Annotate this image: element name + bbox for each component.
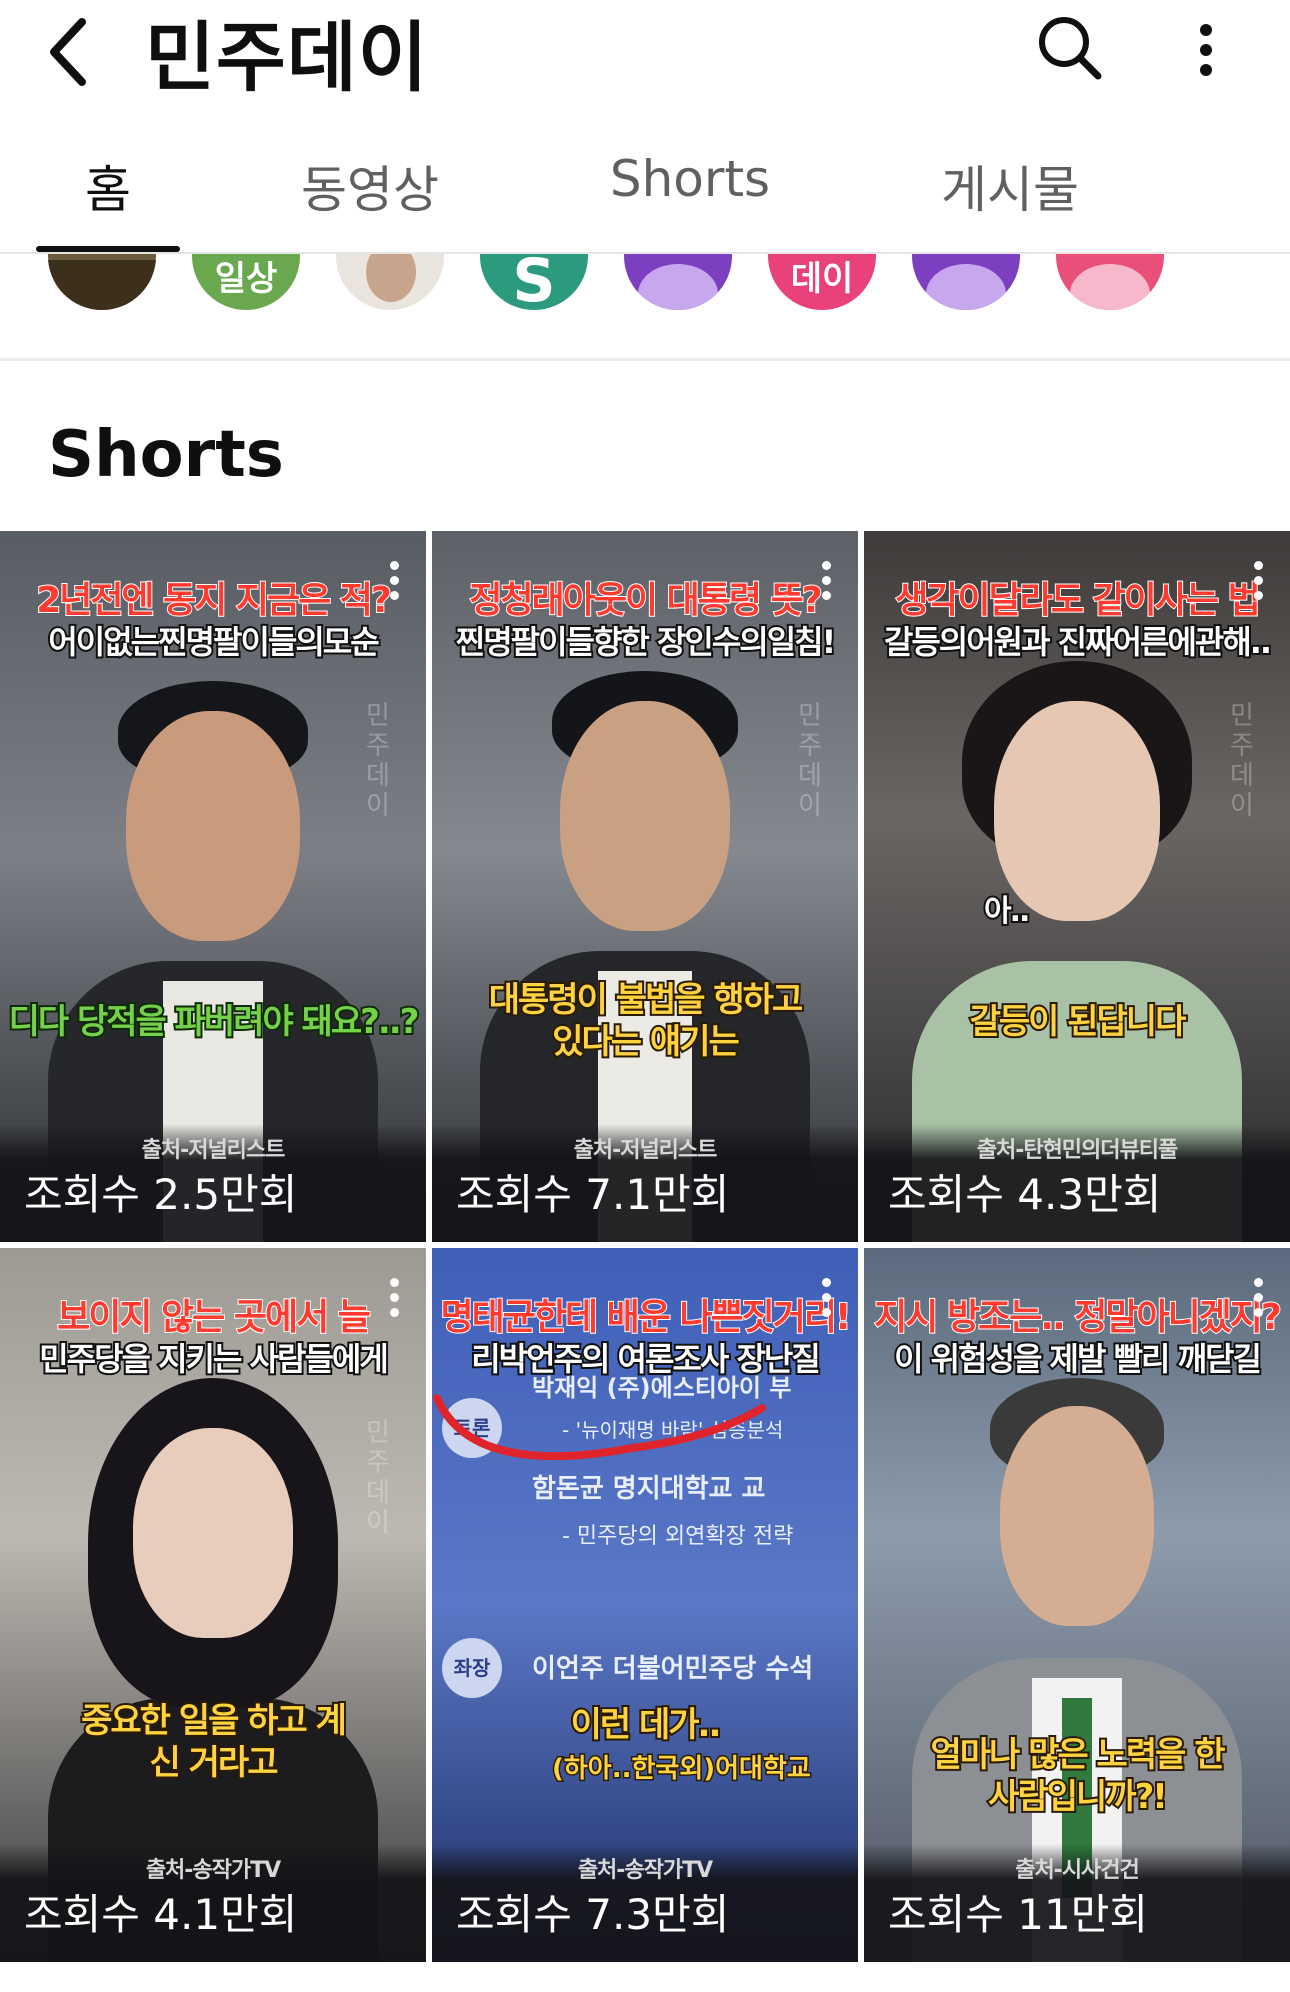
short-caption-top: 생각이달라도 같이사는 법 bbox=[894, 579, 1261, 622]
short-subtitle: 대통령이 불법을 행하고 있다는 얘기는 bbox=[487, 978, 805, 1064]
avatar[interactable] bbox=[48, 254, 156, 310]
shorts-card[interactable]: 민주데이 보이지 않는 곳에서 늘 민주당을 지키는 사람들에게 중요한 일을 … bbox=[0, 1248, 426, 1962]
short-caption-bottom: 갈등의어원과 진짜어른에관해.. bbox=[882, 621, 1274, 663]
section-divider bbox=[0, 358, 1290, 361]
shorts-card[interactable]: 민주데이 생각이달라도 같이사는 법 갈등의어원과 진짜어른에관해.. 아.. … bbox=[864, 531, 1290, 1242]
tab-shorts[interactable]: Shorts bbox=[590, 150, 790, 208]
short-caption-top: 보이지 않는 곳에서 늘 bbox=[56, 1296, 372, 1339]
tab-videos[interactable]: 동영상 bbox=[280, 150, 460, 222]
more-vertical-icon[interactable] bbox=[1186, 14, 1226, 86]
avatar[interactable]: 데이 bbox=[768, 254, 876, 310]
shorts-card[interactable]: 토론 좌장 박재익 (주)에스티아이 부 - '뉴이재명 바람' 심층분석 함돈… bbox=[432, 1248, 858, 1962]
short-caption-bottom: 찐명팔이들향한 장인수의일침! bbox=[454, 621, 838, 663]
more-vertical-icon[interactable] bbox=[1254, 1278, 1264, 1318]
more-vertical-icon[interactable] bbox=[822, 1278, 832, 1318]
shorts-card[interactable]: 민주데이 정청래아웃이 대통령 뜻? 찐명팔이들향한 장인수의일침! 대통령이 … bbox=[432, 531, 858, 1242]
watermark: 민주데이 bbox=[366, 701, 390, 821]
short-caption-top: 명태균한테 배운 나쁜짓거리! bbox=[440, 1296, 853, 1339]
avatar-strip: 일상 S 데이 bbox=[0, 254, 1290, 310]
channel-tabs: 홈 동영상 Shorts 게시물 bbox=[0, 120, 1290, 254]
short-source: 출처-송작가TV bbox=[145, 1858, 281, 1883]
avatar[interactable] bbox=[912, 254, 1020, 310]
avatar[interactable] bbox=[336, 254, 444, 310]
avatar[interactable] bbox=[624, 254, 732, 310]
short-source: 출처-탄현민의더뷰티풀 bbox=[976, 1138, 1179, 1163]
short-subtitle: 디다 당적을 파버려야 돼요?..? bbox=[7, 1000, 422, 1044]
short-source: 출처-시사건건 bbox=[1015, 1858, 1140, 1883]
short-source: 출처-저널리스트 bbox=[573, 1138, 718, 1163]
watermark: 민주데이 bbox=[798, 701, 822, 821]
view-count: 조회수 11만회 bbox=[888, 1890, 1148, 1939]
view-count: 조회수 2.5만회 bbox=[24, 1170, 298, 1219]
short-subtitle: 이런 데가.. bbox=[569, 1703, 724, 1747]
more-vertical-icon[interactable] bbox=[1254, 561, 1264, 601]
shorts-card[interactable]: 지시 방조는.. 정말아니겠지? 이 위험성을 제발 빨리 깨닫길 얼마나 많은… bbox=[864, 1248, 1290, 1962]
short-caption-bottom: 이 위험성을 제발 빨리 깨닫길 bbox=[892, 1338, 1264, 1380]
avatar[interactable] bbox=[1056, 254, 1164, 310]
view-count: 조회수 7.1만회 bbox=[456, 1170, 730, 1219]
short-subtitle: 갈등이 된답니다 bbox=[968, 1000, 1189, 1044]
shorts-card[interactable]: 민주데이 2년전엔 동지 지금은 적? 어이없는찐명팔이들의모순 디다 당적을 … bbox=[0, 531, 426, 1242]
active-tab-indicator bbox=[36, 246, 180, 252]
tab-home[interactable]: 홈 bbox=[36, 150, 180, 222]
more-vertical-icon[interactable] bbox=[390, 561, 400, 601]
short-subtitle: 중요한 일을 하고 계신 거라고 bbox=[79, 1699, 349, 1785]
short-caption-bottom: 리박언주의 여론조사 장난질 bbox=[469, 1338, 823, 1380]
short-caption-top: 정청래아웃이 대통령 뜻? bbox=[468, 579, 823, 622]
tab-posts[interactable]: 게시물 bbox=[920, 150, 1100, 222]
shorts-section-title: Shorts bbox=[48, 418, 284, 492]
more-vertical-icon[interactable] bbox=[822, 561, 832, 601]
short-source: 출처-송작가TV bbox=[577, 1858, 713, 1883]
short-caption-top: 2년전엔 동지 지금은 적? bbox=[35, 579, 393, 622]
view-count: 조회수 7.3만회 bbox=[456, 1890, 730, 1939]
short-subtitle-extra: 아.. bbox=[982, 892, 1032, 931]
watermark: 민주데이 bbox=[1230, 701, 1254, 821]
short-caption-bottom: 어이없는찐명팔이들의모순 bbox=[46, 621, 381, 663]
back-arrow-icon[interactable] bbox=[40, 8, 100, 88]
short-caption-bottom: 민주당을 지키는 사람들에게 bbox=[37, 1338, 391, 1380]
short-source: 출처-저널리스트 bbox=[141, 1138, 286, 1163]
view-count: 조회수 4.1만회 bbox=[24, 1890, 298, 1939]
watermark: 민주데이 bbox=[366, 1418, 390, 1538]
top-app-bar: 민주데이 bbox=[0, 0, 1290, 102]
search-icon[interactable] bbox=[1034, 12, 1106, 84]
channel-title: 민주데이 bbox=[145, 13, 429, 102]
avatar[interactable]: 일상 bbox=[192, 254, 300, 310]
short-caption-top: 지시 방조는.. 정말아니겠지? bbox=[873, 1296, 1283, 1339]
more-vertical-icon[interactable] bbox=[390, 1278, 400, 1318]
short-subtitle: 얼마나 많은 노력을 한 사람입니까?! bbox=[928, 1733, 1227, 1819]
avatar[interactable]: S bbox=[480, 254, 588, 310]
view-count: 조회수 4.3만회 bbox=[888, 1170, 1162, 1219]
